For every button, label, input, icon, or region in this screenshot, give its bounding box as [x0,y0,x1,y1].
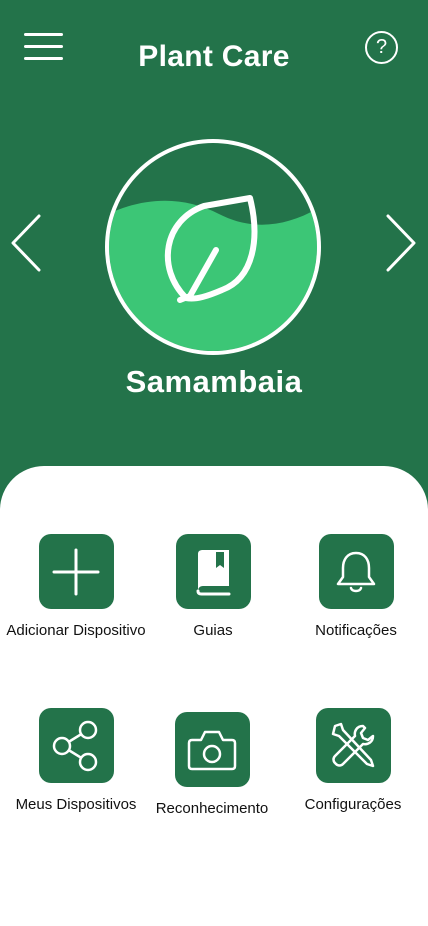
bell-icon [318,534,394,609]
camera-icon [174,712,250,787]
tile-label: Notificações [315,622,397,639]
chevron-right-icon[interactable] [384,212,418,274]
plant-name: Samambaia [125,364,303,399]
app-header: Plant Care ? [0,0,428,120]
tile-label: Reconhecimento [155,800,269,817]
settings-button[interactable]: Configurações [273,708,428,813]
help-circle-icon[interactable]: ? [365,31,398,64]
tile-label: Guias [193,622,233,639]
menu-panel: Adicionar Dispositivo Guias Notificações [0,466,428,926]
hamburger-menu-icon [24,33,63,36]
tile-label: Configurações [304,796,402,813]
notifications-button[interactable]: Notificações [276,534,428,639]
book-icon [175,534,251,609]
share-icon [38,708,114,783]
chevron-left-icon[interactable] [9,212,43,274]
guides-button[interactable]: Guias [133,534,293,639]
recognition-button[interactable]: Reconhecimento [132,712,292,817]
app-title: Plant Care [138,40,290,73]
tools-icon [315,708,391,783]
plant-avatar[interactable] [104,138,322,356]
plus-icon [38,534,114,609]
